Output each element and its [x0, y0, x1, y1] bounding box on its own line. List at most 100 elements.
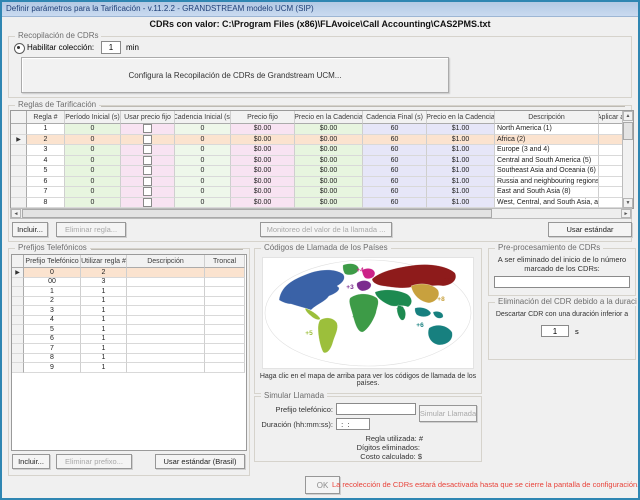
tariff-rules-hscrollbar[interactable]: ◄ ►: [10, 208, 632, 219]
table-cell[interactable]: [205, 363, 245, 373]
table-cell[interactable]: 8: [27, 198, 65, 209]
table-cell[interactable]: 60: [363, 145, 427, 156]
table-row[interactable]: 51: [12, 325, 246, 335]
table-cell[interactable]: 0: [65, 166, 121, 177]
table-cell[interactable]: 60: [363, 166, 427, 177]
vscroll-thumb[interactable]: [623, 122, 633, 140]
sim-prefix-input[interactable]: [336, 403, 416, 415]
row-selector[interactable]: [11, 166, 27, 177]
table-cell[interactable]: 1: [81, 344, 127, 354]
table-cell[interactable]: 5: [27, 166, 65, 177]
table-cell[interactable]: 0: [175, 135, 231, 146]
table-cell[interactable]: $1.00: [427, 198, 495, 209]
enable-collection-radio[interactable]: [14, 43, 25, 54]
table-cell[interactable]: $0.00: [295, 156, 363, 167]
row-selector[interactable]: ▶: [11, 135, 27, 146]
table-cell[interactable]: [599, 177, 623, 188]
fixed-price-checkbox[interactable]: [143, 198, 152, 207]
table-cell[interactable]: 8: [24, 354, 81, 364]
fixed-price-checkbox[interactable]: [143, 156, 152, 165]
table-row[interactable]: 300$0.00$0.0060$1.00Europe (3 and 4): [11, 145, 633, 156]
table-cell[interactable]: 0: [65, 145, 121, 156]
table-cell[interactable]: 3: [24, 306, 81, 316]
fixed-price-checkbox[interactable]: [143, 135, 152, 144]
tariff-rules-table[interactable]: Regla #Período Inicial (s)Usar precio fi…: [10, 110, 634, 209]
table-cell[interactable]: $1.00: [427, 135, 495, 146]
column-header[interactable]: Usar precio fijo: [121, 111, 175, 124]
column-header[interactable]: Descripción: [495, 111, 599, 124]
table-cell[interactable]: 6: [27, 177, 65, 188]
column-header[interactable]: Utilizar regla #: [81, 255, 127, 268]
table-cell[interactable]: [205, 316, 245, 326]
configure-cdr-collection-button[interactable]: Configura la Recopilación de CDRs de Gra…: [21, 57, 449, 93]
table-cell[interactable]: [127, 287, 205, 297]
table-cell[interactable]: [599, 145, 623, 156]
table-cell[interactable]: $0.00: [295, 145, 363, 156]
table-row[interactable]: 71: [12, 344, 246, 354]
table-cell[interactable]: North America (1): [495, 124, 599, 135]
table-cell[interactable]: 0: [175, 198, 231, 209]
row-selector[interactable]: [12, 335, 24, 345]
table-cell[interactable]: 0: [65, 187, 121, 198]
table-cell[interactable]: 4: [27, 156, 65, 167]
table-cell[interactable]: 1: [81, 363, 127, 373]
table-cell[interactable]: $1.00: [427, 187, 495, 198]
table-cell[interactable]: [127, 363, 205, 373]
scroll-up-icon[interactable]: ▲: [623, 111, 633, 121]
table-cell[interactable]: East and South Asia (8): [495, 187, 599, 198]
table-cell[interactable]: $0.00: [295, 135, 363, 146]
fixed-price-checkbox[interactable]: [143, 124, 152, 133]
table-row[interactable]: 41: [12, 316, 246, 326]
table-cell[interactable]: [127, 344, 205, 354]
table-cell[interactable]: 60: [363, 124, 427, 135]
table-cell[interactable]: 2: [27, 135, 65, 146]
table-cell[interactable]: 1: [81, 316, 127, 326]
table-cell[interactable]: $0.00: [295, 124, 363, 135]
fixed-price-checkbox[interactable]: [143, 145, 152, 154]
scroll-down-icon[interactable]: ▼: [623, 198, 633, 208]
table-row[interactable]: ▶02: [12, 268, 246, 278]
table-cell[interactable]: 60: [363, 198, 427, 209]
table-cell[interactable]: 0: [175, 156, 231, 167]
row-selector[interactable]: [12, 344, 24, 354]
table-cell[interactable]: [599, 156, 623, 167]
row-selector[interactable]: [11, 198, 27, 209]
delete-prefix-button[interactable]: Eliminar prefixo...: [56, 454, 132, 469]
table-cell[interactable]: $0.00: [231, 166, 295, 177]
table-cell[interactable]: $1.00: [427, 124, 495, 135]
table-row[interactable]: 100$0.00$0.0060$1.00North America (1): [11, 124, 633, 135]
table-cell[interactable]: 1: [27, 124, 65, 135]
row-selector[interactable]: ▶: [12, 268, 24, 278]
table-cell[interactable]: [121, 187, 175, 198]
column-header[interactable]: Prefijo Telefónico: [24, 255, 81, 268]
table-cell[interactable]: 60: [363, 156, 427, 167]
row-selector[interactable]: [12, 363, 24, 373]
table-cell[interactable]: 6: [24, 335, 81, 345]
table-row[interactable]: 003: [12, 278, 246, 288]
table-cell[interactable]: [205, 306, 245, 316]
table-row[interactable]: 61: [12, 335, 246, 345]
call-value-monitor-button[interactable]: Monitoreo del valor de la llamada ...: [260, 222, 392, 237]
table-cell[interactable]: 9: [24, 363, 81, 373]
table-cell[interactable]: 0: [175, 177, 231, 188]
world-map-svg[interactable]: +1+2+3+4+5+6+7+8+9: [263, 258, 473, 368]
table-row[interactable]: 31: [12, 306, 246, 316]
phone-prefixes-table[interactable]: Prefijo TelefónicoUtilizar regla #Descri…: [11, 254, 247, 451]
column-header[interactable]: Cadencia Inicial (s): [175, 111, 231, 124]
table-cell[interactable]: 00: [24, 278, 81, 288]
column-header[interactable]: Período Inicial (s): [65, 111, 121, 124]
table-row[interactable]: 21: [12, 297, 246, 307]
table-cell[interactable]: 0: [65, 198, 121, 209]
table-row[interactable]: 91: [12, 363, 246, 373]
table-row[interactable]: 11: [12, 287, 246, 297]
table-cell[interactable]: Europe (3 and 4): [495, 145, 599, 156]
table-cell[interactable]: 0: [65, 124, 121, 135]
table-cell[interactable]: $1.00: [427, 166, 495, 177]
table-row[interactable]: 500$0.00$0.0060$1.00Southeast Asia and O…: [11, 166, 633, 177]
table-cell[interactable]: 0: [24, 268, 81, 278]
row-selector[interactable]: [11, 177, 27, 188]
include-prefix-button[interactable]: Incluir...: [12, 454, 50, 469]
table-cell[interactable]: [121, 124, 175, 135]
sim-duration-input[interactable]: [336, 418, 370, 430]
table-cell[interactable]: 1: [81, 354, 127, 364]
